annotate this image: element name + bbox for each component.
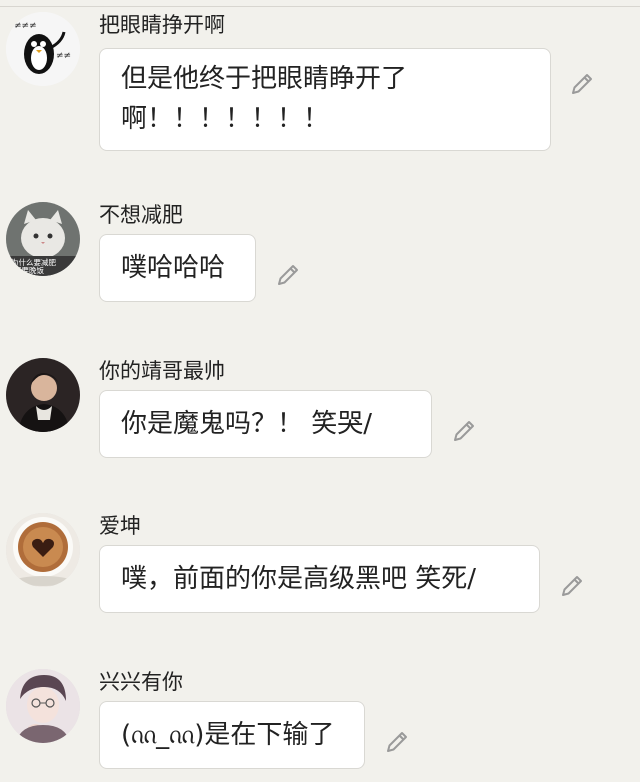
username[interactable]: 把眼睛挣开啊 <box>99 12 225 38</box>
message-bubble: 你是魔鬼吗？！ 笑哭/ <box>99 390 432 458</box>
pencil-icon[interactable] <box>383 728 411 756</box>
svg-text:≠≠: ≠≠ <box>56 51 71 61</box>
message-bubble: 但是他终于把眼睛睁开了 啊！！！！！！！ <box>99 48 551 151</box>
username[interactable]: 兴兴有你 <box>99 669 183 695</box>
svg-text:≠≠≠: ≠≠≠ <box>14 21 37 31</box>
message-bubble: 噗，前面的你是高级黑吧 笑死/ <box>99 545 540 613</box>
penguin-avatar-icon: ≠≠≠ ≠≠ <box>6 12 80 86</box>
username[interactable]: 爱坤 <box>99 513 141 539</box>
username[interactable]: 不想减肥 <box>99 202 183 228</box>
svg-text:不要晚饭: 不要晚饭 <box>14 265 44 275</box>
pencil-icon[interactable] <box>450 417 478 445</box>
pencil-icon[interactable] <box>558 572 586 600</box>
avatar[interactable]: ≠≠≠ ≠≠ <box>6 12 80 86</box>
man-photo-avatar-icon <box>6 358 80 432</box>
cat-avatar-icon: 为什么要减肥 不要晚饭 <box>6 202 80 276</box>
username[interactable]: 你的靖哥最帅 <box>99 358 225 384</box>
anime-boy-avatar-icon <box>6 669 80 743</box>
pencil-icon[interactable] <box>568 70 596 98</box>
message-bubble: 噗哈哈哈 <box>99 234 256 302</box>
avatar[interactable] <box>6 358 80 432</box>
pencil-icon[interactable] <box>274 261 302 289</box>
coffee-heart-avatar-icon <box>6 513 80 587</box>
avatar[interactable]: 为什么要减肥 不要晚饭 <box>6 202 80 276</box>
avatar[interactable] <box>6 669 80 743</box>
message-bubble: (ᦶ_ᦶ)是在下输了 <box>99 701 365 769</box>
top-divider <box>0 6 640 7</box>
avatar[interactable] <box>6 513 80 587</box>
